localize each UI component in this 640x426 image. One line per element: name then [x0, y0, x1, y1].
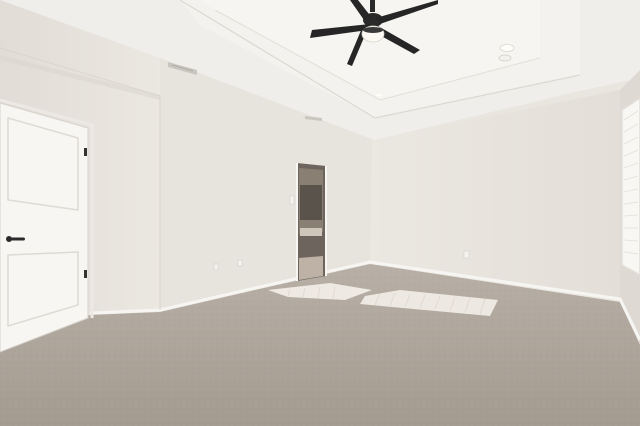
bedroom-scene [0, 0, 640, 426]
wall-outlet-3 [463, 250, 470, 259]
recessed-light-icon-2 [498, 54, 512, 62]
wall-outlet [213, 263, 219, 271]
recessed-light-icon [499, 44, 515, 52]
wall-outlet-2 [237, 259, 243, 267]
light-switch[interactable] [289, 195, 295, 205]
window-blinds-icon[interactable] [621, 97, 640, 276]
